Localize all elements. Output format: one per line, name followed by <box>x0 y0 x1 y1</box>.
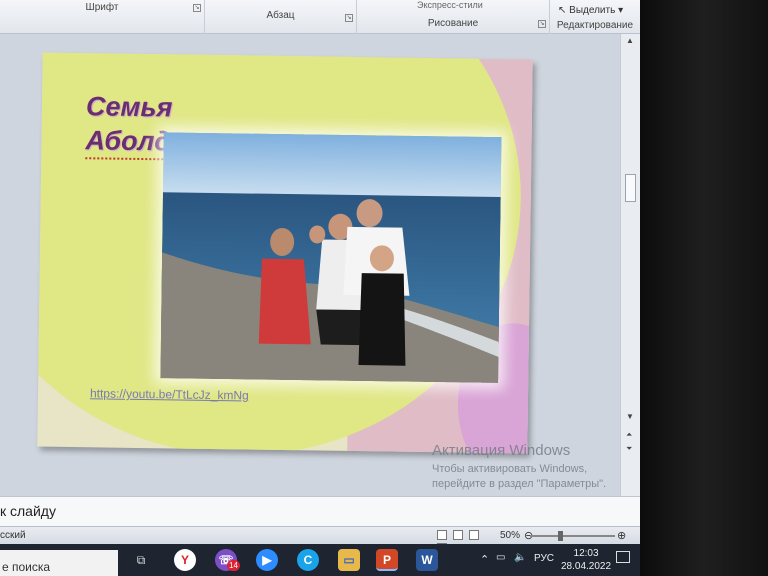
scrollbar-thumb[interactable] <box>625 174 636 202</box>
ribbon-group-drawing: Экспресс-стили Рисование ↘ <box>357 0 550 34</box>
drawing-dialog-launcher-icon[interactable]: ↘ <box>538 20 546 28</box>
network-icon[interactable]: ▭ <box>496 552 505 563</box>
ribbon-group-font: Шрифт ↘ <box>0 0 205 34</box>
paragraph-dialog-launcher-icon[interactable]: ↘ <box>345 14 353 22</box>
status-bar: сский 50% ⊖ ⊕ <box>0 526 640 553</box>
taskbar: е поиска ⧉ Y ☏ 14 ▶ C ▭ P W ⌃ ▭ 🔈 РУС 12… <box>0 544 640 576</box>
tray-time: 12:03 <box>573 548 599 559</box>
notes-placeholder: к слайду <box>0 503 56 519</box>
next-slide-icon[interactable]: ⏷ <box>626 444 632 454</box>
ribbon-group-paragraph-label: Абзац <box>266 10 295 21</box>
zoom-slider-knob[interactable] <box>558 531 563 541</box>
quick-styles-button[interactable]: Экспресс-стили <box>417 0 483 10</box>
powerpoint-icon[interactable]: P <box>376 549 398 571</box>
previous-slide-icon[interactable]: ⏶ <box>626 430 632 440</box>
normal-view-icon[interactable] <box>437 530 447 540</box>
family-photo[interactable] <box>160 132 502 383</box>
activation-title: Активация Windows <box>432 442 571 459</box>
slide-sorter-view-icon[interactable] <box>452 530 463 540</box>
cursor-arrow-icon: ↖ <box>558 5 567 16</box>
tray-chevron-up-icon[interactable]: ⌃ <box>480 553 489 566</box>
ribbon-group-editing-label: Редактирование <box>556 20 634 31</box>
ribbon-group-paragraph: Абзац ↘ <box>205 0 357 34</box>
notes-pane[interactable]: к слайду <box>0 496 640 526</box>
ribbon-group-font-label: Шрифт <box>85 2 119 13</box>
slide-canvas[interactable]: Семья Аболдуевых <box>37 52 533 454</box>
slide-editing-area[interactable]: Семья Аболдуевых <box>0 34 620 496</box>
viber-notification-badge: 14 <box>227 560 240 571</box>
status-language[interactable]: сский <box>0 530 26 541</box>
ribbon-group-drawing-label: Рисование <box>427 18 479 29</box>
tray-language[interactable]: РУС <box>534 553 554 564</box>
family-photo-image <box>160 132 502 383</box>
tray-date: 28.04.2022 <box>561 561 612 572</box>
monitor-screen: Шрифт ↘ Абзац ↘ Экспресс-стили Рисование… <box>0 0 640 576</box>
view-buttons <box>437 530 495 553</box>
volume-icon[interactable]: 🔈 <box>514 552 526 563</box>
activation-line2: перейдите в раздел "Параметры". <box>432 478 607 490</box>
word-icon[interactable]: W <box>416 549 438 571</box>
reading-view-icon[interactable] <box>468 530 479 540</box>
chevron-down-icon: ▾ <box>618 5 624 16</box>
slide-title-line1: Семья <box>85 91 173 123</box>
file-explorer-icon[interactable]: ▭ <box>338 549 360 571</box>
task-view-icon[interactable]: ⧉ <box>130 549 152 571</box>
monitor-bezel <box>640 0 768 576</box>
tray-clock[interactable]: 12:03 28.04.2022 <box>561 547 611 573</box>
font-dialog-launcher-icon[interactable]: ↘ <box>193 4 201 12</box>
taskbar-search-box[interactable]: е поиска <box>0 550 118 576</box>
select-button-label: Выделить <box>569 5 616 16</box>
browser-c-icon[interactable]: C <box>297 549 319 571</box>
yandex-browser-icon[interactable]: Y <box>174 549 196 571</box>
zoom-slider[interactable] <box>530 535 615 537</box>
select-button[interactable]: ↖ Выделить ▾ <box>558 5 623 16</box>
vertical-scrollbar[interactable]: ▲ ▼ ⏶ ⏷ <box>620 34 640 496</box>
windows-activation-watermark: Активация Windows Чтобы активировать Win… <box>432 442 606 492</box>
ribbon-group-editing: ↖ Выделить ▾ Редактирование <box>550 0 640 34</box>
zoom-app-icon[interactable]: ▶ <box>256 549 278 571</box>
activation-line1: Чтобы активировать Windows, <box>432 463 588 475</box>
slide-video-link[interactable]: https://youtu.be/TtLcJz_kmNg <box>90 386 249 402</box>
ribbon: Шрифт ↘ Абзац ↘ Экспресс-стили Рисование… <box>0 0 640 34</box>
zoom-level[interactable]: 50% <box>500 530 520 541</box>
zoom-in-icon[interactable]: ⊕ <box>617 529 626 542</box>
scroll-up-arrow-icon[interactable]: ▲ <box>626 36 634 45</box>
scroll-down-arrow-icon[interactable]: ▼ <box>626 412 634 421</box>
notification-center-icon[interactable] <box>616 551 630 563</box>
